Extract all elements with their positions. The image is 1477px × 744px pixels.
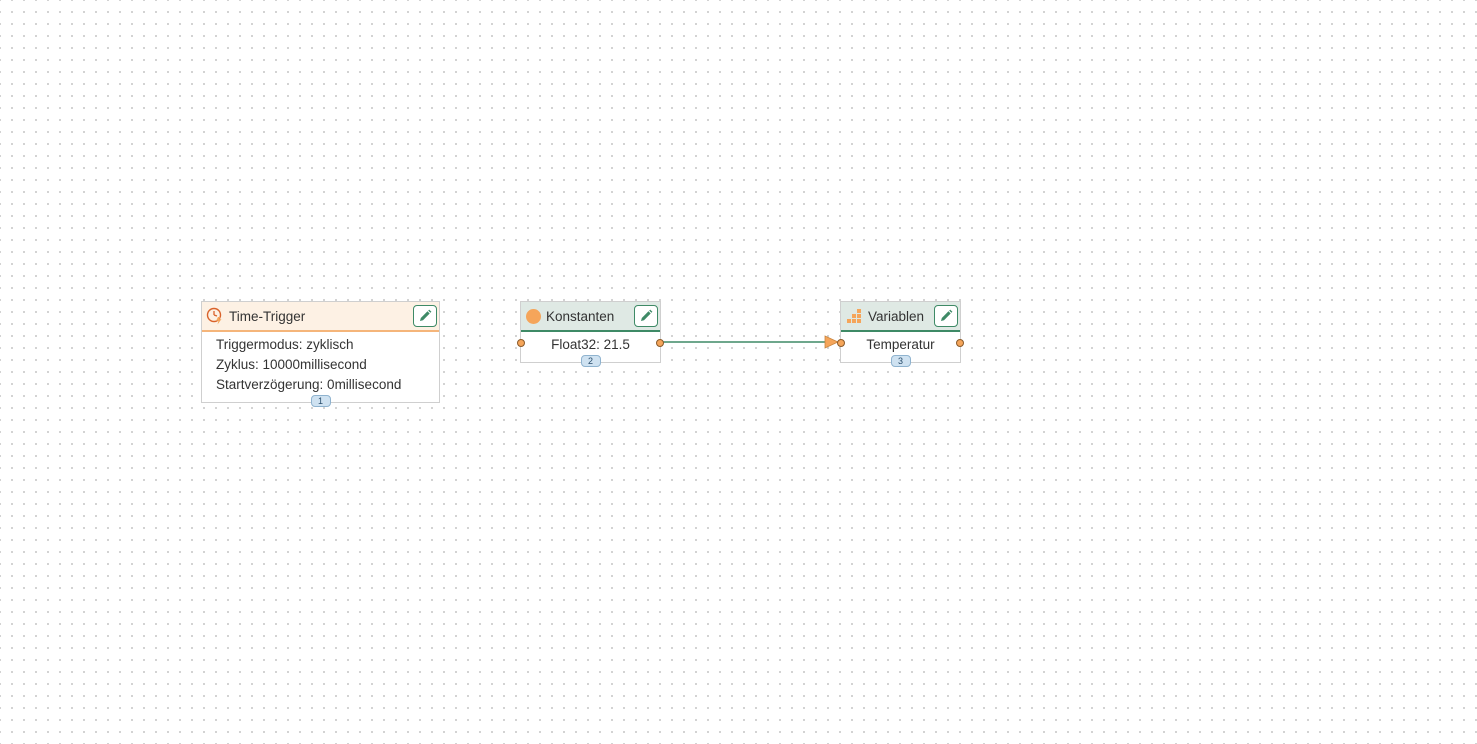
variablen-header[interactable]: Variablen xyxy=(841,302,960,332)
variablen-edit-button[interactable] xyxy=(934,305,958,327)
variablen-title: Variablen xyxy=(868,308,925,324)
konstanten-input-port[interactable] xyxy=(517,339,525,347)
pencil-icon xyxy=(939,309,953,323)
node-index-badge: 3 xyxy=(890,355,911,367)
node-index-badge: 2 xyxy=(580,355,601,367)
konstanten-edit-button[interactable] xyxy=(634,305,658,327)
variablen-input-port[interactable] xyxy=(837,339,845,347)
start-delay-text: Startverzögerung: 0millisecond xyxy=(216,377,402,392)
variable-name-text: Temperatur xyxy=(866,337,935,352)
constant-value-text: Float32: 21.5 xyxy=(551,337,630,352)
konstanten-output-port[interactable] xyxy=(656,339,664,347)
node-index-badge: 1 xyxy=(310,395,331,407)
time-trigger-title: Time-Trigger xyxy=(229,308,306,324)
time-trigger-node[interactable]: Time-Trigger Triggermodus: zyklisch Zykl… xyxy=(201,301,440,407)
konstanten-header[interactable]: Konstanten xyxy=(521,302,660,332)
clock-trigger-icon xyxy=(206,307,224,325)
variable-blocks-icon xyxy=(846,308,863,324)
time-trigger-edit-button[interactable] xyxy=(413,305,437,327)
cycle-text: Zyklus: 10000millisecond xyxy=(216,357,367,372)
konstanten-title: Konstanten xyxy=(546,308,615,324)
pencil-icon xyxy=(418,309,432,323)
flow-canvas[interactable]: Time-Trigger Triggermodus: zyklisch Zykl… xyxy=(0,0,1477,744)
time-trigger-header[interactable]: Time-Trigger xyxy=(202,302,439,332)
constant-circle-icon xyxy=(526,308,541,324)
variablen-node[interactable]: Variablen Temperatur 3 xyxy=(837,301,964,367)
variablen-output-port[interactable] xyxy=(956,339,964,347)
konstanten-node[interactable]: Konstanten Float32: 21.5 2 xyxy=(517,301,664,367)
pencil-icon xyxy=(639,309,653,323)
trigger-mode-text: Triggermodus: zyklisch xyxy=(216,337,354,352)
